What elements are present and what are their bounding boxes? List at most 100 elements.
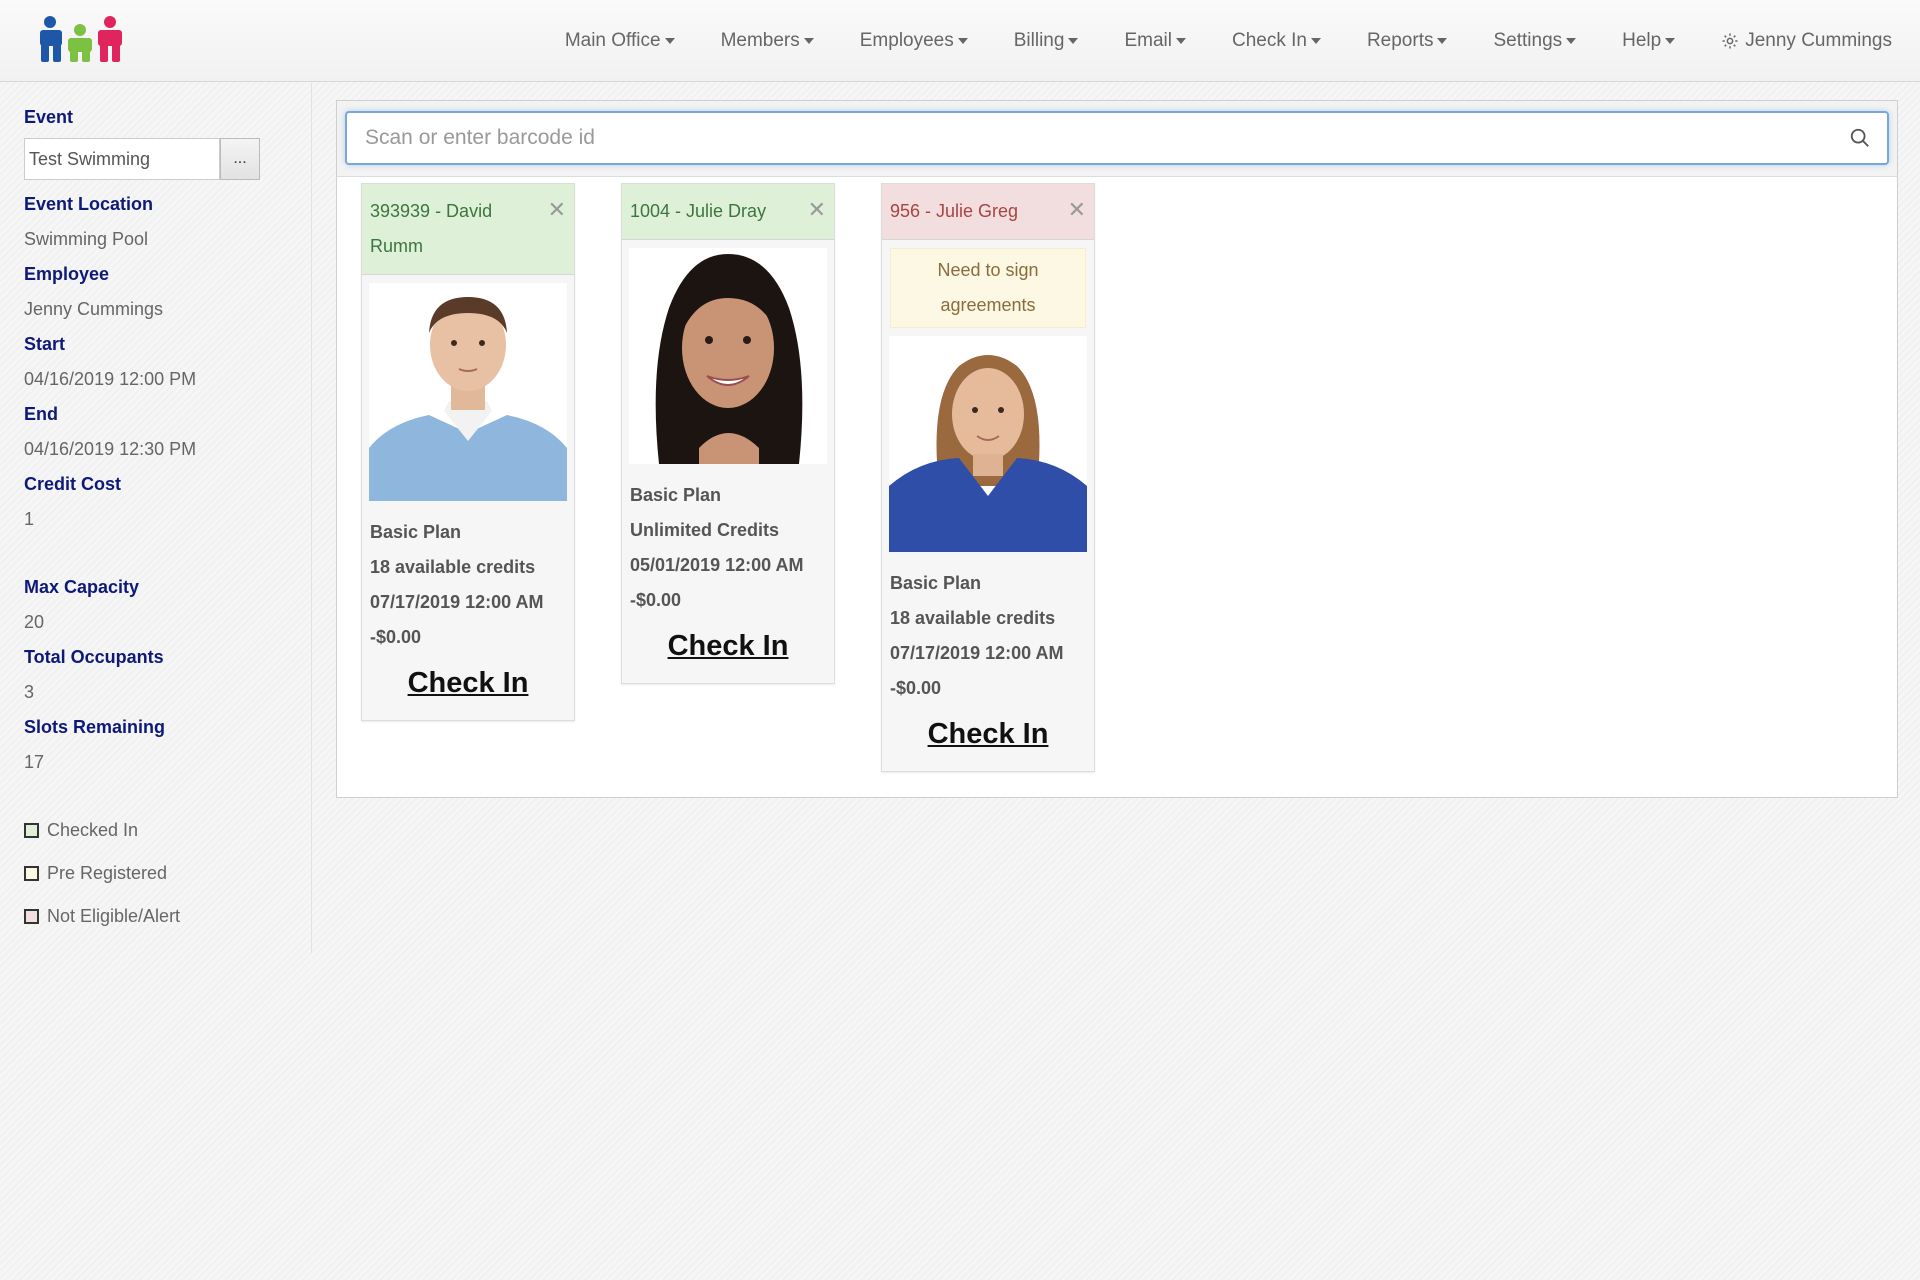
nav-label: Billing xyxy=(1013,30,1065,51)
member-card-header: 956 - Julie Greg ✕ xyxy=(882,184,1094,240)
nav-email[interactable]: Email xyxy=(1124,30,1186,52)
close-icon[interactable]: ✕ xyxy=(808,198,826,222)
balance: -$0.00 xyxy=(630,590,682,610)
legend-label: Not Eligible/Alert xyxy=(47,906,181,926)
balance: -$0.00 xyxy=(890,678,942,698)
member-details: Basic Plan Unlimited Credits 05/01/2019 … xyxy=(622,472,834,618)
plan-name: Basic Plan xyxy=(370,522,462,542)
caret-down-icon xyxy=(1437,38,1448,44)
search-placeholder: Scan or enter barcode id xyxy=(365,126,595,149)
nav-settings[interactable]: Settings xyxy=(1493,30,1577,52)
slots-remaining-value: 17 xyxy=(24,752,45,772)
legend-swatch xyxy=(24,866,39,881)
event-label: Event xyxy=(24,107,74,127)
start-label: Start xyxy=(24,334,66,354)
nav-label: Members xyxy=(720,30,800,51)
check-in-button[interactable]: Check In xyxy=(622,630,834,663)
caret-down-icon xyxy=(1175,38,1186,44)
total-occupants-value: 3 xyxy=(24,682,35,702)
nav-members[interactable]: Members xyxy=(721,30,814,52)
legend-not-eligible: Not Eligible/Alert xyxy=(24,906,180,927)
nav-label: Main Office xyxy=(564,30,661,51)
member-photo xyxy=(629,248,827,464)
legend-label: Pre Registered xyxy=(47,863,168,883)
plan-name: Basic Plan xyxy=(630,485,722,505)
credits-info: 18 available credits xyxy=(370,557,536,577)
member-card: 1004 - Julie Dray ✕ Basic Plan Unlimited… xyxy=(621,183,835,684)
gear-icon xyxy=(1722,33,1738,49)
barcode-search-input[interactable]: Scan or enter barcode id xyxy=(345,111,1889,165)
plan-name: Basic Plan xyxy=(890,573,982,593)
caret-down-icon xyxy=(1310,38,1321,44)
search-bar: Scan or enter barcode id xyxy=(337,101,1897,177)
member-card: 393939 - David Rumm ✕ Basic Plan 18 avai… xyxy=(361,183,575,721)
end-label: End xyxy=(24,404,58,424)
nav-label: Help xyxy=(1622,30,1662,51)
slots-remaining-label: Slots Remaining xyxy=(24,717,166,737)
member-card-header: 393939 - David Rumm ✕ xyxy=(362,184,574,275)
member-photo xyxy=(889,336,1087,552)
search-icon[interactable] xyxy=(1849,127,1871,149)
member-card-header: 1004 - Julie Dray ✕ xyxy=(622,184,834,240)
max-capacity-label: Max Capacity xyxy=(24,577,140,597)
nav-label: Email xyxy=(1124,30,1172,51)
close-icon[interactable]: ✕ xyxy=(1068,198,1086,222)
nav-check-in[interactable]: Check In xyxy=(1232,30,1321,52)
credits-info: 18 available credits xyxy=(890,608,1056,628)
caret-down-icon xyxy=(1068,38,1079,44)
nav-employees[interactable]: Employees xyxy=(860,30,968,52)
member-photo xyxy=(369,283,567,501)
legend-label: Checked In xyxy=(47,820,139,840)
max-capacity-value: 20 xyxy=(24,612,45,632)
end-value: 04/16/2019 12:30 PM xyxy=(24,439,197,459)
caret-down-icon xyxy=(1665,38,1676,44)
expiration-date: 07/17/2019 12:00 AM xyxy=(370,592,544,612)
member-name: 393939 - David Rumm xyxy=(370,201,493,256)
agreement-alert: Need to sign agreements xyxy=(890,248,1086,328)
nav-label: Employees xyxy=(859,30,954,51)
nav-billing[interactable]: Billing xyxy=(1014,30,1079,52)
caret-down-icon xyxy=(957,38,968,44)
caret-down-icon xyxy=(664,38,675,44)
user-name: Jenny Cummings xyxy=(1745,30,1892,51)
member-details: Basic Plan 18 available credits 07/17/20… xyxy=(882,560,1094,706)
nav-user-menu[interactable]: Jenny Cummings xyxy=(1721,30,1892,52)
member-name: 1004 - Julie Dray xyxy=(630,201,767,221)
balance: -$0.00 xyxy=(370,627,422,647)
nav-label: Settings xyxy=(1493,30,1563,51)
legend-swatch xyxy=(24,823,39,838)
credits-info: Unlimited Credits xyxy=(630,520,780,540)
event-location-label: Event Location xyxy=(24,194,154,214)
event-browse-button[interactable]: ... xyxy=(220,138,260,180)
nav-main-office[interactable]: Main Office xyxy=(565,30,675,52)
employee-value: Jenny Cummings xyxy=(24,299,164,319)
member-card: 956 - Julie Greg ✕ Need to sign agreemen… xyxy=(881,183,1095,772)
employee-label: Employee xyxy=(24,264,110,284)
expiration-date: 07/17/2019 12:00 AM xyxy=(890,643,1064,663)
credit-cost-value: 1 xyxy=(24,509,35,529)
check-in-button[interactable]: Check In xyxy=(882,718,1094,751)
event-sidebar: Event ... Event Location Swimming Pool E… xyxy=(0,83,312,953)
start-value: 04/16/2019 12:00 PM xyxy=(24,369,197,389)
member-name: 956 - Julie Greg xyxy=(890,201,1019,221)
event-location-value: Swimming Pool xyxy=(24,229,149,249)
legend-swatch xyxy=(24,909,39,924)
close-icon[interactable]: ✕ xyxy=(548,198,566,222)
nav-reports[interactable]: Reports xyxy=(1367,30,1448,52)
expiration-date: 05/01/2019 12:00 AM xyxy=(630,555,804,575)
caret-down-icon xyxy=(1566,38,1577,44)
logo-puzzle-people-icon[interactable] xyxy=(36,14,126,66)
nav-help[interactable]: Help xyxy=(1622,30,1676,52)
check-in-button[interactable]: Check In xyxy=(362,667,574,700)
top-navbar: Main Office Members Employees Billing Em… xyxy=(0,0,1920,82)
legend-pre-registered: Pre Registered xyxy=(24,863,167,884)
legend-checked-in: Checked In xyxy=(24,820,138,841)
nav-label: Check In xyxy=(1231,30,1307,51)
check-in-panel: Scan or enter barcode id 393939 - David … xyxy=(336,100,1898,798)
event-input[interactable] xyxy=(24,138,220,180)
caret-down-icon xyxy=(803,38,814,44)
total-occupants-label: Total Occupants xyxy=(24,647,164,667)
credit-cost-label: Credit Cost xyxy=(24,474,122,494)
nav-label: Reports xyxy=(1366,30,1434,51)
member-details: Basic Plan 18 available credits 07/17/20… xyxy=(362,509,574,655)
